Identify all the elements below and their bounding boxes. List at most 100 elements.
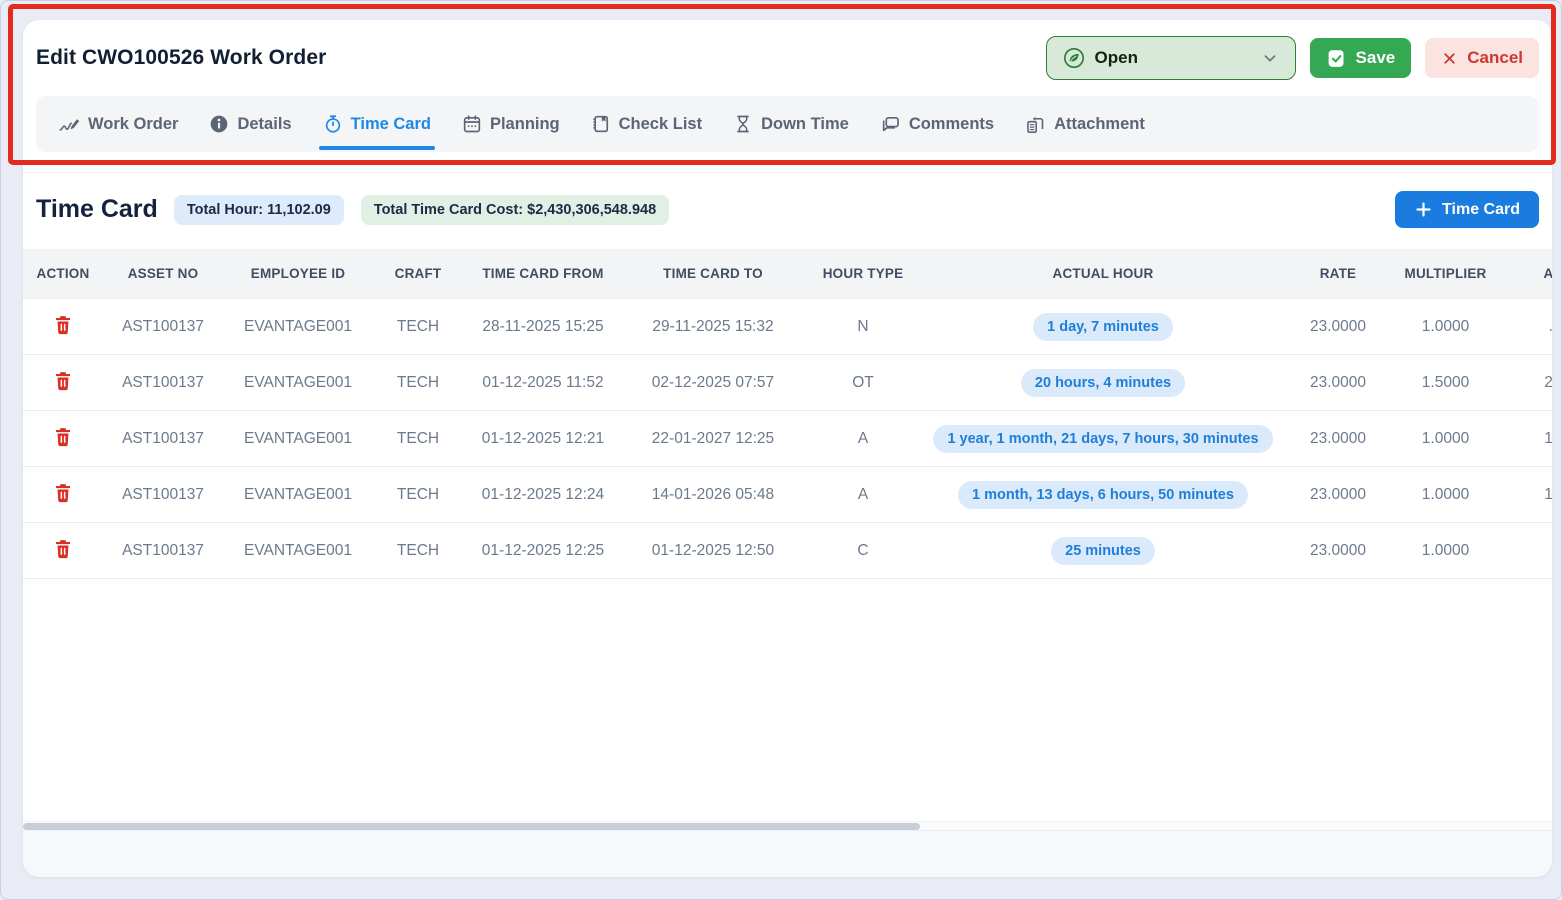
column-header-actual-hour: ACTUAL HOUR <box>923 249 1283 299</box>
attachment-icon <box>1025 114 1046 135</box>
adder-cell: 2.0000 <box>1498 355 1552 411</box>
employee-id-cell: EVANTAGE001 <box>223 411 373 467</box>
craft-cell: TECH <box>373 299 463 355</box>
time-card-to-cell: 29-11-2025 15:32 <box>623 299 803 355</box>
tab-work-order[interactable]: Work Order <box>58 113 178 135</box>
tab-label: Time Card <box>351 115 431 134</box>
trash-icon <box>53 482 73 504</box>
rate-cell: 23.0000 <box>1283 411 1393 467</box>
panel-footer <box>23 830 1552 877</box>
tab-label: Attachment <box>1054 115 1145 134</box>
rate-cell: 23.0000 <box>1283 299 1393 355</box>
column-header-hour-type: HOUR TYPE <box>803 249 923 299</box>
column-header-craft: CRAFT <box>373 249 463 299</box>
add-time-card-button[interactable]: Time Card <box>1395 191 1539 228</box>
adder-cell: 1.0000 <box>1498 467 1552 523</box>
time-card-from-cell: 01-12-2025 12:24 <box>463 467 623 523</box>
time-card-section: Time Card Total Hour: 11,102.09 Total Ti… <box>23 173 1552 821</box>
horizontal-scrollbar[interactable] <box>23 821 1552 830</box>
signature-icon <box>58 113 80 135</box>
stopwatch-icon <box>323 114 343 134</box>
time-card-to-cell: 02-12-2025 07:57 <box>623 355 803 411</box>
craft-cell: TECH <box>373 467 463 523</box>
action-cell <box>23 355 103 411</box>
table-row: AST100137EVANTAGE001TECH28-11-2025 15:25… <box>23 299 1552 355</box>
tab-comments[interactable]: Comments <box>880 114 994 135</box>
table-row: AST100137EVANTAGE001TECH01-12-2025 12:25… <box>23 523 1552 579</box>
tab-label: Comments <box>909 115 994 134</box>
delete-row-button[interactable] <box>51 536 75 562</box>
delete-row-button[interactable] <box>51 424 75 450</box>
rate-cell: 23.0000 <box>1283 523 1393 579</box>
rate-cell: 23.0000 <box>1283 467 1393 523</box>
craft-cell: TECH <box>373 523 463 579</box>
action-cell <box>23 467 103 523</box>
delete-row-button[interactable] <box>51 480 75 506</box>
cancel-button[interactable]: Cancel <box>1425 38 1539 78</box>
hourglass-icon <box>733 114 753 134</box>
time-card-from-cell: 28-11-2025 15:25 <box>463 299 623 355</box>
tab-time-card[interactable]: Time Card <box>323 114 431 134</box>
section-head: Time Card Total Hour: 11,102.09 Total Ti… <box>23 173 1552 228</box>
action-cell <box>23 523 103 579</box>
tab-details[interactable]: Details <box>209 114 291 134</box>
time-card-to-cell: 01-12-2025 12:50 <box>623 523 803 579</box>
column-header-multiplier: MULTIPLIER <box>1393 249 1498 299</box>
tab-down-time[interactable]: Down Time <box>733 114 849 134</box>
time-card-from-cell: 01-12-2025 11:52 <box>463 355 623 411</box>
multiplier-cell: 1.0000 <box>1393 523 1498 579</box>
column-header-action: ACTION <box>23 249 103 299</box>
panel-header: Edit CWO100526 Work Order Open Save <box>23 20 1552 173</box>
status-label: Open <box>1095 48 1138 68</box>
column-header-time-card-to: TIME CARD TO <box>623 249 803 299</box>
cancel-label: Cancel <box>1467 48 1523 68</box>
trash-icon <box>53 538 73 560</box>
section-title: Time Card <box>36 195 158 224</box>
status-dropdown[interactable]: Open <box>1046 36 1296 80</box>
table-header-row: ACTIONASSET NOEMPLOYEE IDCRAFTTIME CARD … <box>23 249 1552 299</box>
actual-hour-cell: 1 month, 13 days, 6 hours, 50 minutes <box>923 467 1283 523</box>
tab-label: Planning <box>490 115 560 134</box>
time-card-from-cell: 01-12-2025 12:25 <box>463 523 623 579</box>
save-label: Save <box>1356 48 1396 68</box>
actual-hour-pill: 1 day, 7 minutes <box>1033 313 1173 341</box>
tab-label: Down Time <box>761 115 849 134</box>
check-square-icon <box>1326 48 1347 69</box>
table-row: AST100137EVANTAGE001TECH01-12-2025 12:24… <box>23 467 1552 523</box>
actual-hour-pill: 25 minutes <box>1051 537 1155 565</box>
checklist-icon <box>591 114 611 134</box>
total-hour-badge: Total Hour: 11,102.09 <box>174 195 344 225</box>
tab-attachment[interactable]: Attachment <box>1025 114 1145 135</box>
scrollbar-thumb[interactable] <box>23 823 920 830</box>
trash-icon <box>53 426 73 448</box>
tab-bar: Work Order Details Time Card Planning Check … <box>36 96 1539 152</box>
trash-icon <box>53 314 73 336</box>
save-button[interactable]: Save <box>1310 38 1412 78</box>
asset-no-cell: AST100137 <box>103 467 223 523</box>
tab-planning[interactable]: Planning <box>462 114 560 134</box>
time-card-from-cell: 01-12-2025 12:21 <box>463 411 623 467</box>
tab-check-list[interactable]: Check List <box>591 114 702 134</box>
multiplier-cell: 1.0000 <box>1393 299 1498 355</box>
delete-row-button[interactable] <box>51 368 75 394</box>
actual-hour-pill: 1 year, 1 month, 21 days, 7 hours, 30 mi… <box>933 425 1272 453</box>
time-card-to-cell: 22-01-2027 12:25 <box>623 411 803 467</box>
actual-hour-pill: 1 month, 13 days, 6 hours, 50 minutes <box>958 481 1248 509</box>
delete-row-button[interactable] <box>51 312 75 338</box>
header-controls: Open Save Cancel <box>1046 36 1539 80</box>
adder-cell <box>1498 523 1552 579</box>
close-icon <box>1441 50 1458 67</box>
rate-cell: 23.0000 <box>1283 355 1393 411</box>
plus-icon <box>1414 200 1433 219</box>
employee-id-cell: EVANTAGE001 <box>223 355 373 411</box>
adder-cell: .0000 <box>1498 299 1552 355</box>
trash-icon <box>53 370 73 392</box>
adder-cell: 1.0000 <box>1498 411 1552 467</box>
multiplier-cell: 1.0000 <box>1393 467 1498 523</box>
leaf-icon <box>1063 47 1085 69</box>
hour-type-cell: A <box>803 411 923 467</box>
column-header-rate: RATE <box>1283 249 1393 299</box>
craft-cell: TECH <box>373 411 463 467</box>
actual-hour-cell: 20 hours, 4 minutes <box>923 355 1283 411</box>
info-icon <box>209 114 229 134</box>
